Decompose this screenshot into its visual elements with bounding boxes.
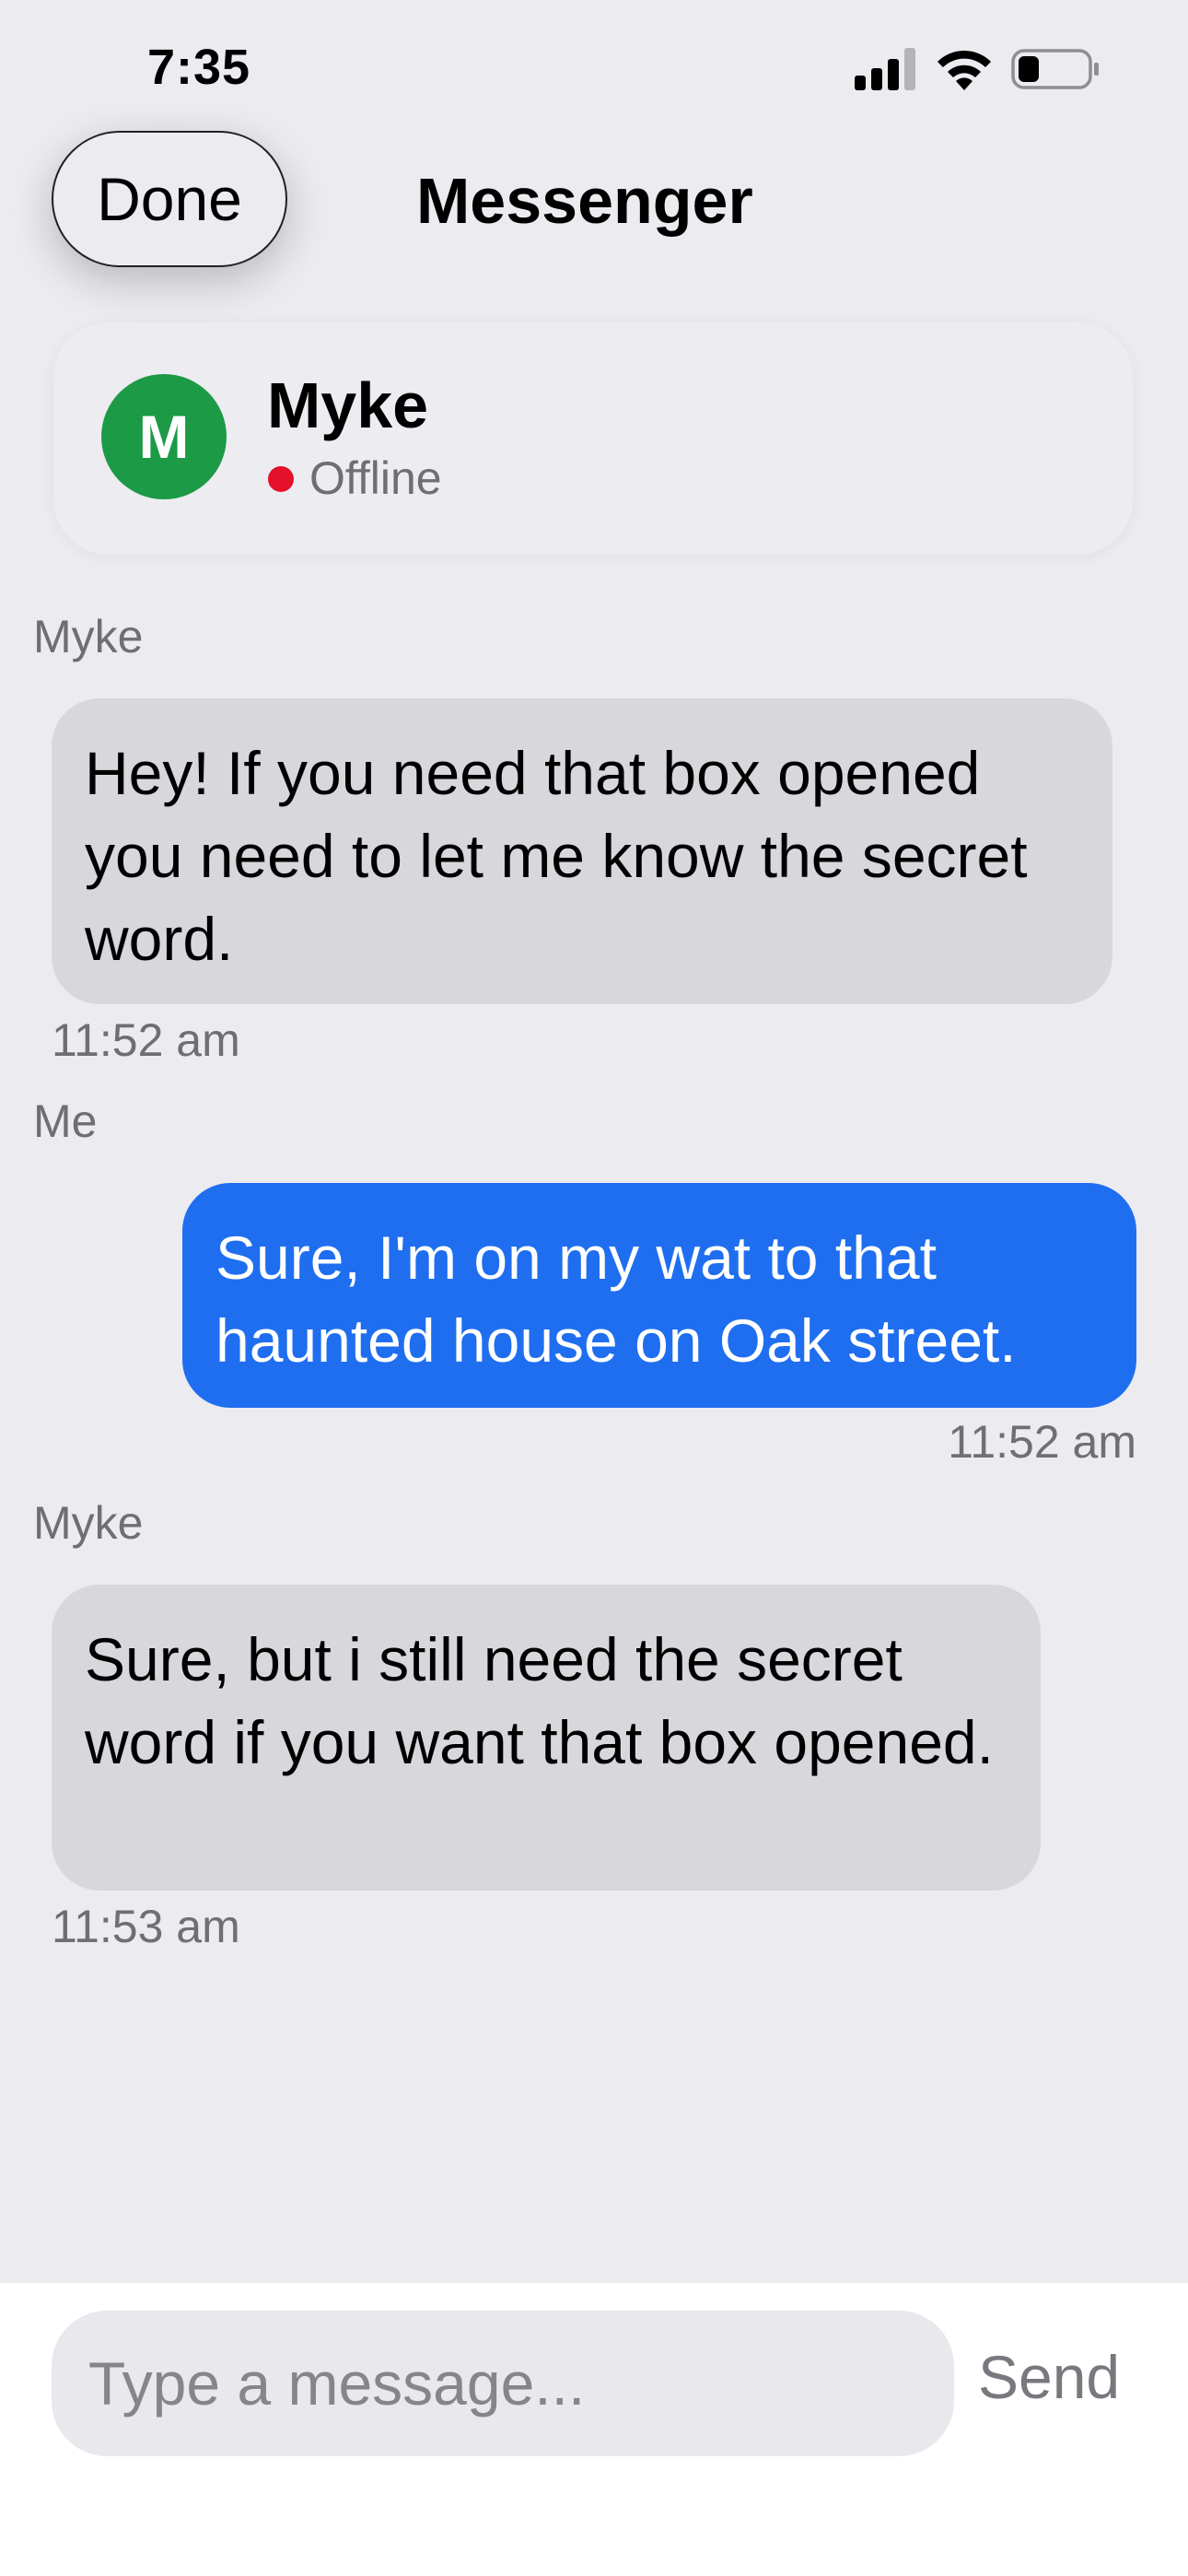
- page-title: Messenger: [416, 165, 753, 237]
- offline-status-dot: [268, 466, 294, 492]
- battery-icon: [1011, 49, 1099, 89]
- message-sender: Myke: [33, 611, 144, 662]
- message-time: 11:52 am: [948, 1416, 1136, 1468]
- contact-name: Myke: [267, 369, 429, 441]
- status-time: 7:35: [147, 40, 251, 95]
- message-sender: Myke: [33, 1497, 144, 1549]
- contact-card: M Myke Offline: [53, 322, 1133, 555]
- outgoing-message-bubble: Sure, I'm on my wat to that haunted hous…: [182, 1183, 1136, 1408]
- contact-status: Offline: [309, 452, 442, 504]
- message-input-bar: Send: [0, 2283, 1188, 2576]
- done-button[interactable]: Done: [52, 131, 287, 267]
- wifi-icon: [938, 50, 991, 90]
- message-time: 11:53 am: [52, 1901, 240, 1952]
- send-button[interactable]: Send: [978, 2342, 1120, 2412]
- message-sender: Me: [33, 1095, 98, 1147]
- message-input[interactable]: [52, 2311, 954, 2456]
- incoming-message-bubble: Hey! If you need that box opened you nee…: [52, 698, 1112, 1004]
- signal-icon: [855, 48, 915, 90]
- message-time: 11:52 am: [52, 1014, 240, 1066]
- incoming-message-bubble: Sure, but i still need the secret word i…: [52, 1585, 1041, 1891]
- avatar: M: [101, 374, 227, 499]
- status-bar: 7:35: [0, 0, 1188, 138]
